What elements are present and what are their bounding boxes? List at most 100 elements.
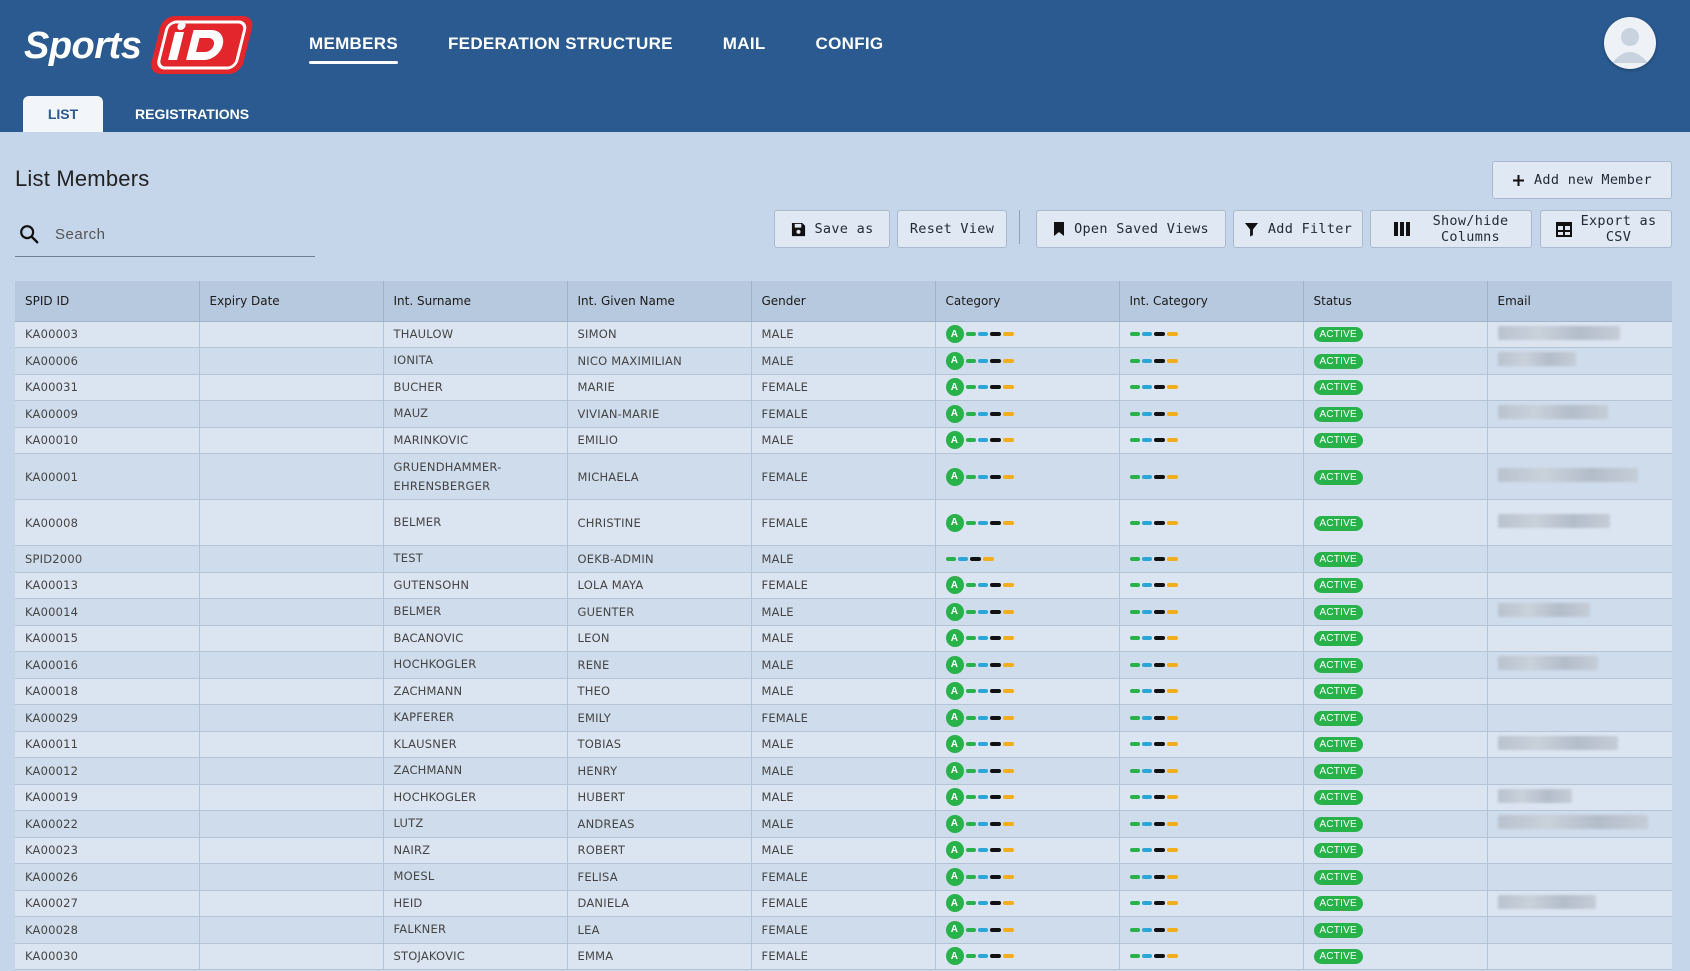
cell-spid-id: KA00026 xyxy=(15,863,200,891)
table-row[interactable]: KA00026 MOESL FELISA FEMALE A ACTIVE xyxy=(15,863,1672,891)
nav-config[interactable]: CONFIG xyxy=(816,30,884,64)
category-indicator: A xyxy=(945,814,1109,833)
category-badge: A xyxy=(945,325,964,344)
cell-category: A xyxy=(935,651,1120,679)
cell-status: ACTIVE xyxy=(1303,347,1488,375)
table-row[interactable]: KA00010 MARINKOVIC EMILIO MALE A ACTIVE xyxy=(15,427,1672,454)
sub-tabs: LIST REGISTRATIONS xyxy=(23,96,315,132)
status-badge: ACTIVE xyxy=(1313,433,1363,449)
category-bars xyxy=(1129,848,1178,853)
category-bars xyxy=(1129,583,1178,588)
category-indicator: A xyxy=(945,325,1109,344)
save-as-button[interactable]: Save as xyxy=(774,210,890,248)
open-saved-views-button[interactable]: Open Saved Views xyxy=(1036,210,1226,248)
status-badge: ACTIVE xyxy=(1313,353,1363,369)
table-row[interactable]: KA00011 KLAUSNER TOBIAS MALE A ACTIVE xyxy=(15,731,1672,758)
table-row[interactable]: KA00008 BELMER CHRISTINE FEMALE A ACTIVE xyxy=(15,499,1672,546)
cell-status: ACTIVE xyxy=(1303,625,1488,652)
cell-spid-id: KA00027 xyxy=(15,890,200,917)
column-header-int-category[interactable]: Int. Category xyxy=(1119,281,1304,322)
cell-spid-id: KA00013 xyxy=(15,572,200,599)
table-row[interactable]: KA00022 LUTZ ANDREAS MALE A ACTIVE xyxy=(15,810,1672,838)
tab-list[interactable]: LIST xyxy=(23,96,103,132)
top-header: Sports MEMBERS FEDERATION STRUCTURE MAIL… xyxy=(0,0,1690,132)
column-header-int-given-name[interactable]: Int. Given Name xyxy=(567,281,752,322)
cell-gender: FEMALE xyxy=(751,453,936,500)
table-row[interactable]: KA00027 HEID DANIELA FEMALE A ACTIVE xyxy=(15,890,1672,917)
cell-int-surname: GUTENSOHN xyxy=(383,572,568,599)
email-redacted xyxy=(1497,735,1618,750)
table-row[interactable]: KA00031 BUCHER MARIE FEMALE A ACTIVE xyxy=(15,374,1672,401)
add-filter-button[interactable]: Add Filter xyxy=(1233,210,1363,248)
column-header-status[interactable]: Status xyxy=(1303,281,1488,322)
category-indicator: A xyxy=(945,655,1109,674)
table-row[interactable]: KA00029 KAPFERER EMILY FEMALE A ACTIVE xyxy=(15,704,1672,732)
category-badge: A xyxy=(945,894,964,913)
cell-gender: FEMALE xyxy=(751,499,936,546)
cell-gender: MALE xyxy=(751,598,936,626)
category-indicator: A xyxy=(945,513,1109,532)
cell-expiry-date xyxy=(199,651,384,679)
nav-mail[interactable]: MAIL xyxy=(723,30,766,64)
table-row[interactable]: KA00023 NAIRZ ROBERT MALE A ACTIVE xyxy=(15,837,1672,864)
table-row[interactable]: KA00003 THAULOW SIMON MALE A ACTIVE xyxy=(15,321,1672,348)
table-row[interactable]: KA00009 MAUZ VIVIAN-MARIE FEMALE A ACTIVE xyxy=(15,400,1672,428)
table-row[interactable]: KA00012 ZACHMANN HENRY MALE A ACTIVE xyxy=(15,757,1672,785)
table-row[interactable]: KA00001 GRUENDHAMMER-EHRENSBERGER MICHAELA… xyxy=(15,453,1672,500)
int-category-indicator xyxy=(1129,520,1293,525)
int-category-indicator xyxy=(1129,927,1293,932)
nav-federation-structure[interactable]: FEDERATION STRUCTURE xyxy=(448,30,673,64)
tab-registrations[interactable]: REGISTRATIONS xyxy=(135,96,315,132)
cell-gender: MALE xyxy=(751,731,936,758)
cell-int-surname: MAUZ xyxy=(383,400,568,428)
column-header-int-surname[interactable]: Int. Surname xyxy=(383,281,568,322)
show-hide-columns-button[interactable]: Show/hide Columns xyxy=(1370,210,1532,248)
members-table-wrap: SPID ID Expiry Date Int. Surname Int. Gi… xyxy=(15,281,1672,971)
search-input[interactable] xyxy=(55,225,295,243)
cell-int-given-name: THEO xyxy=(567,678,752,705)
user-avatar[interactable] xyxy=(1604,17,1656,69)
cell-int-given-name: MICHAELA xyxy=(567,453,752,500)
category-indicator: A xyxy=(945,602,1109,621)
cell-int-given-name: CHRISTINE xyxy=(567,499,752,546)
table-row[interactable]: KA00013 GUTENSOHN LOLA MAYA FEMALE A ACTIVE xyxy=(15,572,1672,599)
cell-gender: MALE xyxy=(751,837,936,864)
table-row[interactable]: KA00015 BACANOVIC LEON MALE A ACTIVE xyxy=(15,625,1672,652)
sportsid-logo[interactable]: Sports xyxy=(22,12,254,80)
status-badge: ACTIVE xyxy=(1313,763,1363,779)
table-row[interactable]: KA00019 HOCHKOGLER HUBERT MALE A ACTIVE xyxy=(15,784,1672,811)
reset-view-button[interactable]: Reset View xyxy=(897,210,1007,248)
column-header-spid-id[interactable]: SPID ID xyxy=(15,281,200,322)
table-row[interactable]: KA00030 STOJAKOVIC EMMA FEMALE A ACTIVE xyxy=(15,943,1672,970)
cell-gender: MALE xyxy=(751,757,936,785)
category-indicator: A xyxy=(945,788,1109,807)
cell-gender: MALE xyxy=(751,810,936,838)
column-header-email[interactable]: Email xyxy=(1487,281,1672,322)
table-row[interactable]: SPID2000 TEST OEKB-ADMIN MALE ACTIVE xyxy=(15,545,1672,573)
cell-email xyxy=(1487,943,1672,970)
column-header-gender[interactable]: Gender xyxy=(751,281,936,322)
table-row[interactable]: KA00016 HOCHKOGLER RENE MALE A ACTIVE xyxy=(15,651,1672,679)
status-badge: ACTIVE xyxy=(1313,469,1363,485)
reset-view-label: Reset View xyxy=(909,221,995,237)
cell-email xyxy=(1487,837,1672,864)
table-row[interactable]: KA00018 ZACHMANN THEO MALE A ACTIVE xyxy=(15,678,1672,705)
export-csv-button[interactable]: Export as CSV xyxy=(1540,210,1672,248)
filter-icon xyxy=(1244,222,1258,237)
nav-members[interactable]: MEMBERS xyxy=(309,30,398,64)
column-header-category[interactable]: Category xyxy=(935,281,1120,322)
cell-expiry-date xyxy=(199,731,384,758)
table-row[interactable]: KA00014 BELMER GUENTER MALE A ACTIVE xyxy=(15,598,1672,626)
table-row[interactable]: KA00028 FALKNER LEA FEMALE A ACTIVE xyxy=(15,916,1672,944)
add-new-member-button[interactable]: Add new Member xyxy=(1492,161,1672,199)
cell-spid-id: KA00023 xyxy=(15,837,200,864)
table-row[interactable]: KA00006 IONITA NICO MAXIMILIAN MALE A ACTIVE xyxy=(15,347,1672,375)
cell-spid-id: KA00003 xyxy=(15,321,200,348)
int-category-indicator xyxy=(1129,821,1293,826)
category-bars xyxy=(1129,332,1178,337)
toolbar-divider xyxy=(1019,210,1020,244)
column-header-expiry-date[interactable]: Expiry Date xyxy=(199,281,384,322)
cell-email xyxy=(1487,784,1672,811)
category-bars xyxy=(1129,715,1178,720)
cell-expiry-date xyxy=(199,625,384,652)
